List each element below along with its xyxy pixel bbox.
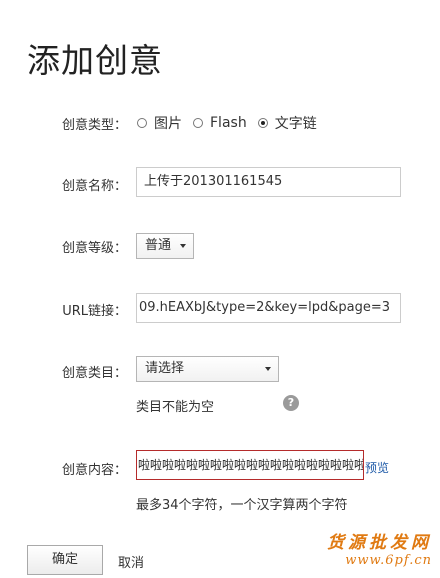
level-select-value: 普通 (145, 238, 172, 253)
radio-option-image[interactable]: 图片 (137, 113, 182, 133)
level-select[interactable]: 普通 (136, 233, 194, 259)
help-icon[interactable]: ? (283, 395, 299, 411)
cancel-button[interactable]: 取消 (118, 552, 144, 571)
radio-label-image: 图片 (154, 116, 182, 132)
watermark-line2: www.6pf.cn (345, 553, 432, 568)
watermark-line1: 货源批发网 (327, 533, 432, 553)
url-input[interactable]: 09.hEAXbJ&type=2&key=lpd&page=3 (136, 293, 401, 323)
chevron-down-icon (265, 367, 271, 371)
url-label: URL链接： (62, 304, 127, 319)
radio-circle-icon[interactable] (193, 118, 203, 128)
watermark-logo: 货源批发网 www.6pf.cn (327, 528, 432, 568)
content-label: 创意内容： (61, 463, 127, 478)
level-label: 创意等级： (61, 241, 127, 256)
content-hint-text: 最多34个字符，一个汉字算两个字符 (136, 498, 348, 513)
confirm-button[interactable]: 确定 (27, 545, 103, 575)
radio-label-flash: Flash (210, 115, 247, 131)
radio-option-text-link[interactable]: 文字链 (257, 113, 317, 133)
type-radio-group: 图片 Flash 文字链 (137, 113, 328, 133)
radio-label-text-link: 文字链 (274, 116, 317, 132)
category-label: 创意类目： (61, 366, 127, 381)
category-error-text: 类目不能为空 (136, 400, 215, 415)
radio-option-flash[interactable]: Flash (193, 115, 247, 131)
radio-circle-icon[interactable] (137, 118, 147, 128)
name-input[interactable]: 上传于201301161545 (136, 167, 401, 197)
type-label: 创意类型： (61, 118, 127, 133)
page-title: 添加创意 (27, 41, 163, 80)
radio-selected-icon[interactable] (257, 118, 268, 128)
chevron-down-icon (180, 244, 186, 248)
category-select[interactable]: 请选择 (136, 356, 279, 382)
category-select-value: 请选择 (145, 361, 185, 376)
preview-link[interactable]: 预览 (365, 459, 389, 476)
name-label: 创意名称： (61, 179, 127, 194)
content-input[interactable]: 啦啦啦啦啦啦啦啦啦啦啦啦啦啦啦啦啦啦啦啦 (136, 450, 364, 480)
